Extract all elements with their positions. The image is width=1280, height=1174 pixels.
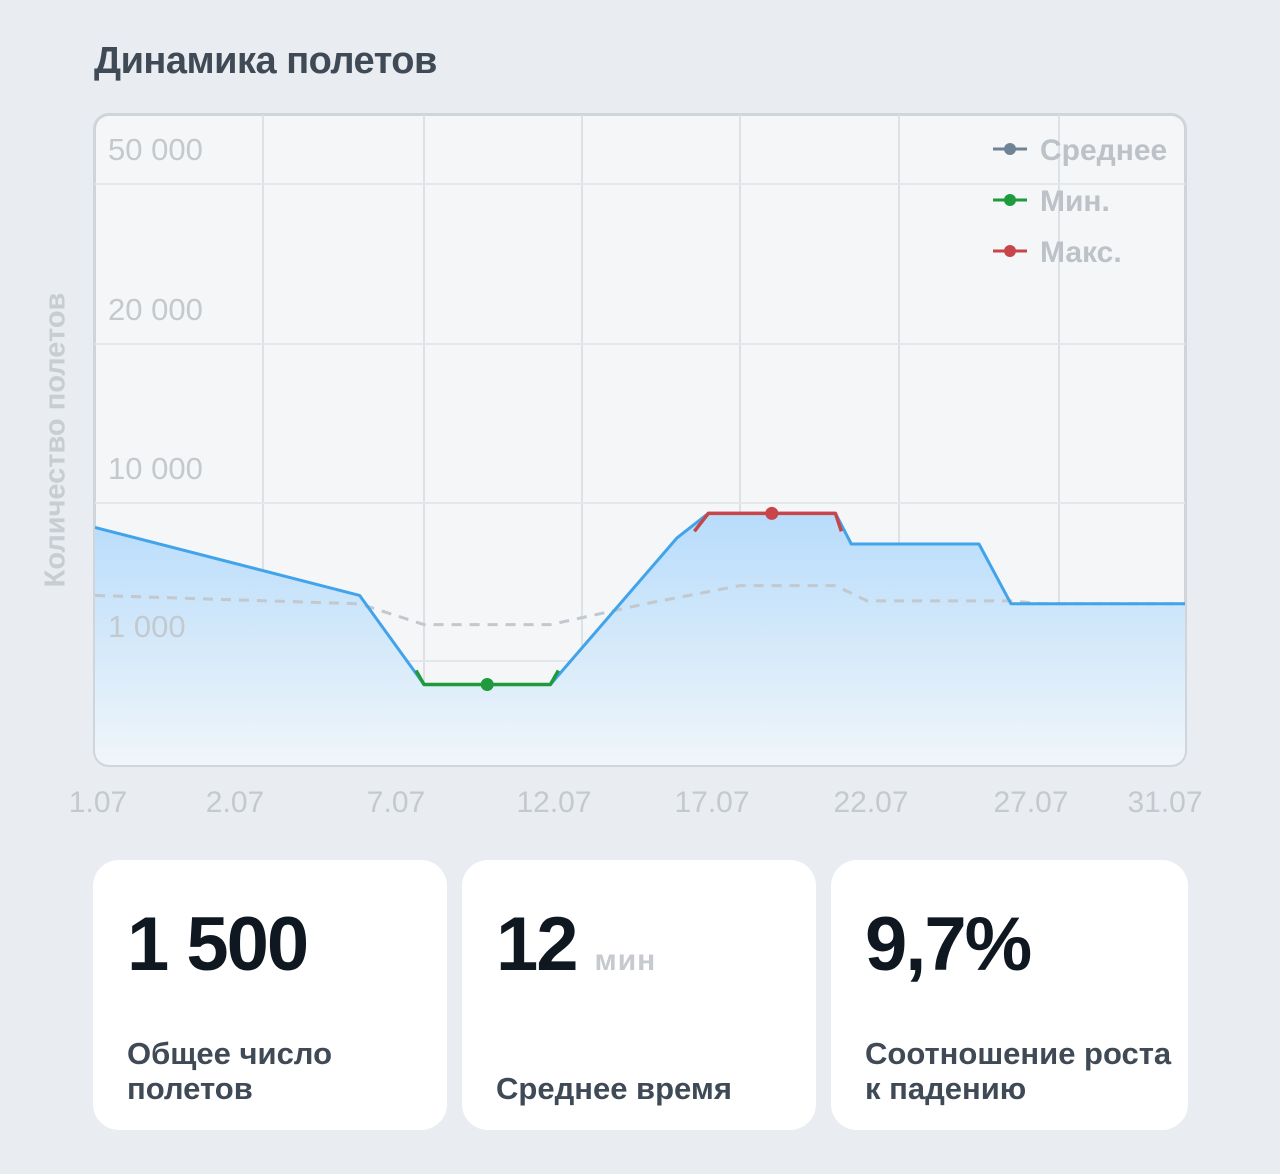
y-tick-label: 20 000: [108, 292, 203, 327]
x-tick-label: 7.07: [367, 786, 425, 819]
x-tick-label: 22.07: [833, 786, 908, 819]
legend-label: Макс.: [1040, 236, 1122, 269]
y-tick-label: 1 000: [108, 609, 186, 644]
stat-value-growth-ratio: 9,7%: [865, 902, 1032, 987]
legend-dot: [1004, 194, 1016, 206]
stat-card-total-flights: 1 500 Общее число полетов: [93, 860, 447, 1130]
plot-area: [95, 115, 1185, 765]
chart-plot: 1 000 10 000 20 000 50 000 1.07 2.07 7.07 12.07…: [69, 115, 1203, 819]
stat-value-total-flights: 1 500: [127, 902, 309, 987]
legend-dot: [1004, 245, 1016, 257]
x-tick-label: 27.07: [993, 786, 1068, 819]
y-axis-label: Количество полетов: [39, 292, 72, 588]
legend-dot: [1004, 143, 1016, 155]
series-area: [95, 513, 1185, 765]
x-tick-label: 1.07: [69, 786, 127, 819]
stat-label-growth-ratio: Соотношение роста к падению: [865, 1036, 1172, 1106]
marker-max: [765, 506, 779, 520]
x-tick-label: 2.07: [206, 786, 264, 819]
marker-min: [480, 678, 494, 692]
x-tick-label: 12.07: [516, 786, 591, 819]
y-tick-label: 50 000: [108, 132, 203, 167]
stat-card-average-time: 12 мин Среднее время: [462, 860, 816, 1130]
x-tick-label: 31.07: [1127, 786, 1202, 819]
y-tick-label: 10 000: [108, 451, 203, 486]
legend-label: Мин.: [1040, 185, 1110, 218]
stat-unit-minutes: мин: [594, 944, 657, 977]
stat-label-average-time: Среднее время: [496, 1071, 732, 1106]
stat-label-total-flights: Общее число полетов: [127, 1036, 333, 1106]
stat-value-average-time: 12 мин: [496, 902, 657, 987]
legend-label: Среднее: [1040, 134, 1167, 167]
stat-card-growth-ratio: 9,7% Соотношение роста к падению: [831, 860, 1188, 1130]
x-tick-label: 17.07: [674, 786, 749, 819]
